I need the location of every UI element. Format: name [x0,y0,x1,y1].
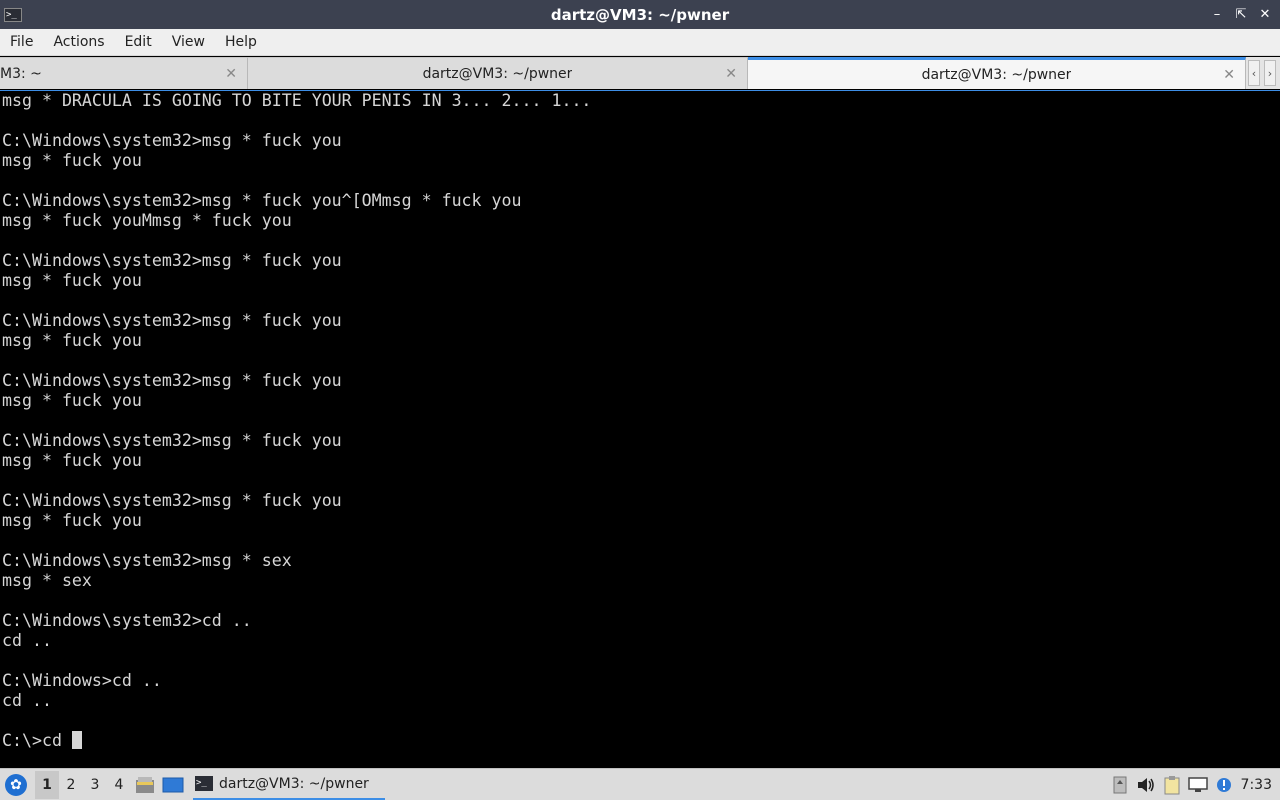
desktop-1-button[interactable]: 1 [35,770,59,799]
close-icon[interactable]: ✕ [1258,7,1272,22]
tab-label: dartz@VM3: ~/pwner [921,66,1072,83]
tab-home[interactable]: M3: ~ ✕ [0,57,248,89]
menu-help[interactable]: Help [215,29,267,56]
menu-file[interactable]: File [0,29,43,56]
terminal-line: msg * fuck you [2,451,142,470]
menu-bar: File Actions Edit View Help [0,29,1280,56]
terminal-line: msg * fuck you [2,391,142,410]
terminal-line: C:\Windows>cd .. [2,671,162,690]
desktop-3-button[interactable]: 3 [83,771,107,799]
task-terminal[interactable]: >_ dartz@VM3: ~/pwner [193,770,385,800]
tab-bar: M3: ~ ✕ dartz@VM3: ~/pwner ✕ dartz@VM3: … [0,57,1280,89]
minimize-icon[interactable]: – [1210,7,1224,22]
terminal-line: msg * fuck youMmsg * fuck you [2,211,292,230]
window-controls: – ⇱ ✕ [1210,0,1272,29]
tab-pwner-2[interactable]: dartz@VM3: ~/pwner ✕ [748,57,1246,89]
terminal-line: C:\Windows\system32>msg * fuck you^[OMms… [2,191,522,210]
menu-edit[interactable]: Edit [115,29,162,56]
terminal-line: cd .. [2,631,52,650]
terminal-line: C:\Windows\system32>msg * fuck you [2,371,342,390]
terminal-line: C:\Windows\system32>msg * fuck you [2,131,342,150]
window-title: dartz@VM3: ~/pwner [550,5,730,24]
terminal-line: msg * fuck you [2,271,142,290]
start-menu-icon[interactable]: ✿ [5,773,27,796]
clipboard-icon[interactable] [1159,773,1185,797]
desktop-4-button[interactable]: 4 [107,771,131,799]
tab-scroll-right-button[interactable]: › [1264,60,1276,86]
terminal-line: C:\Windows\system32>msg * fuck you [2,251,342,270]
terminal-line: msg * fuck you [2,331,142,350]
tab-pwner-1[interactable]: dartz@VM3: ~/pwner ✕ [248,57,748,89]
menu-view[interactable]: View [162,29,215,56]
tab-scroll-left-button[interactable]: ‹ [1248,60,1260,86]
terminal-prompt-line[interactable]: C:\>cd [0,731,1280,751]
terminal-line: cd .. [2,691,52,710]
terminal-icon[interactable]: >_ [4,7,22,22]
taskbar: ✿ 1 2 3 4 >_ dartz@VM3: ~/pwner 7:33 [0,768,1280,800]
show-desktop-icon[interactable] [161,773,185,797]
clock[interactable]: 7:33 [1237,777,1280,793]
terminal-line: C:\Windows\system32>msg * sex [2,551,292,570]
terminal-lines: msg * DRACULA IS GOING TO BITE YOUR PENI… [0,91,1280,731]
terminal-cursor [71,731,82,749]
terminal-line: C:\Windows\system32>msg * fuck you [2,491,342,510]
terminal-prompt-text: C:\>cd [2,731,72,750]
desktop-2-button[interactable]: 2 [59,771,83,799]
terminal-icon: >_ [195,776,213,791]
terminal-line: C:\Windows\system32>cd .. [2,611,252,630]
file-manager-icon[interactable] [133,773,157,797]
notification-icon[interactable] [1211,773,1237,797]
tab-label: M3: ~ [0,65,42,82]
terminal-line: msg * fuck you [2,151,142,170]
task-label: dartz@VM3: ~/pwner [219,775,369,792]
terminal-output[interactable]: msg * DRACULA IS GOING TO BITE YOUR PENI… [0,90,1280,767]
tab-label: dartz@VM3: ~/pwner [422,65,573,82]
volume-icon[interactable] [1133,773,1159,797]
maximize-icon[interactable]: ⇱ [1234,7,1248,22]
menu-actions[interactable]: Actions [43,29,114,56]
tab-close-icon[interactable]: ✕ [225,66,237,82]
terminal-line: C:\Windows\system32>msg * fuck you [2,311,342,330]
window-titlebar[interactable]: >_ dartz@VM3: ~/pwner – ⇱ ✕ [0,0,1280,29]
terminal-line: msg * fuck you [2,511,142,530]
network-icon[interactable] [1185,773,1211,797]
terminal-line: msg * sex [2,571,92,590]
tab-close-icon[interactable]: ✕ [1223,67,1235,83]
system-tray: 7:33 [1107,769,1280,800]
usb-icon[interactable] [1107,773,1133,797]
tab-close-icon[interactable]: ✕ [725,66,737,82]
terminal-line: C:\Windows\system32>msg * fuck you [2,431,342,450]
terminal-line: msg * DRACULA IS GOING TO BITE YOUR PENI… [2,91,592,110]
